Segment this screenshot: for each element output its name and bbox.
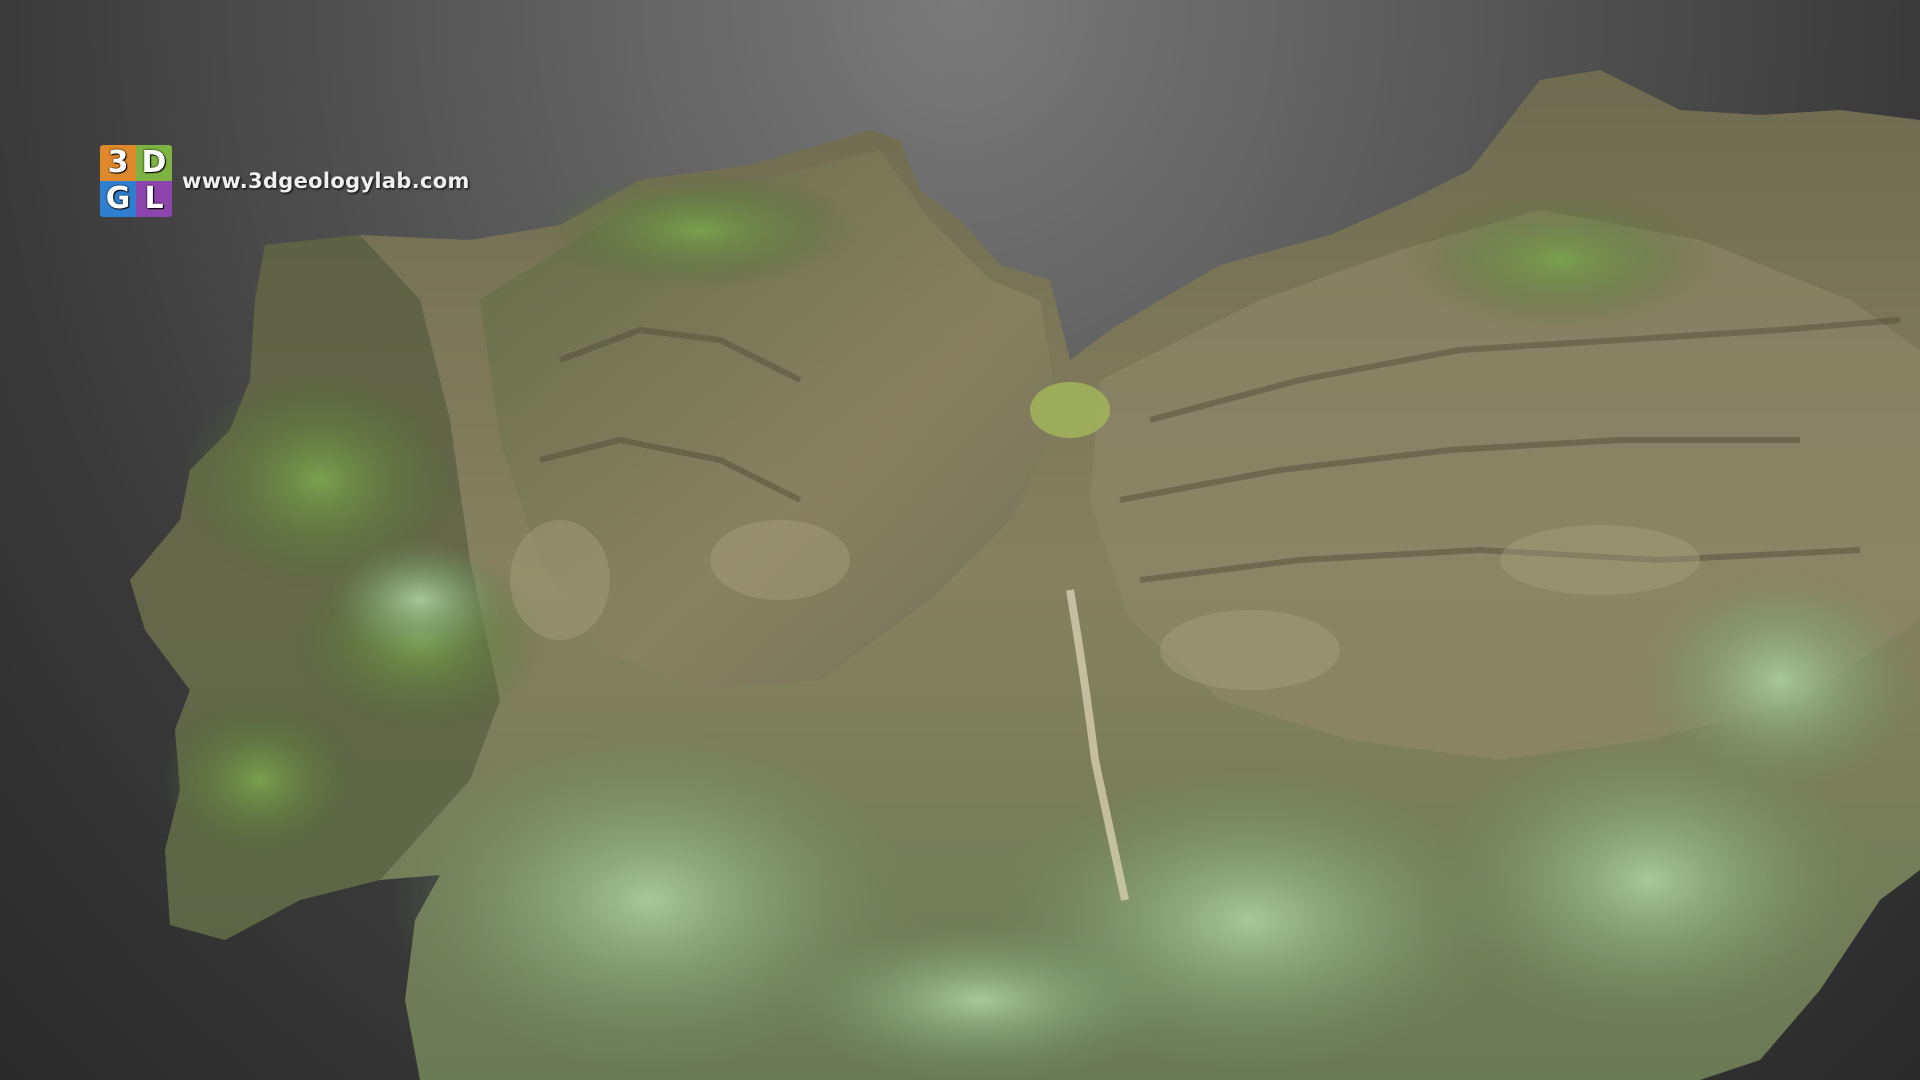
logo-letter: 3 bbox=[100, 145, 136, 181]
logo-letter: D bbox=[136, 145, 172, 181]
logo-letter: L bbox=[136, 181, 172, 217]
site-url: www.3dgeologylab.com bbox=[182, 169, 470, 193]
logo-letter: G bbox=[100, 181, 136, 217]
3dgl-logo: 3 D G L bbox=[100, 145, 172, 217]
watermark: 3 D G L www.3dgeologylab.com bbox=[100, 145, 470, 217]
3d-model-viewer[interactable]: 3 D G L www.3dgeologylab.com bbox=[0, 0, 1920, 1080]
